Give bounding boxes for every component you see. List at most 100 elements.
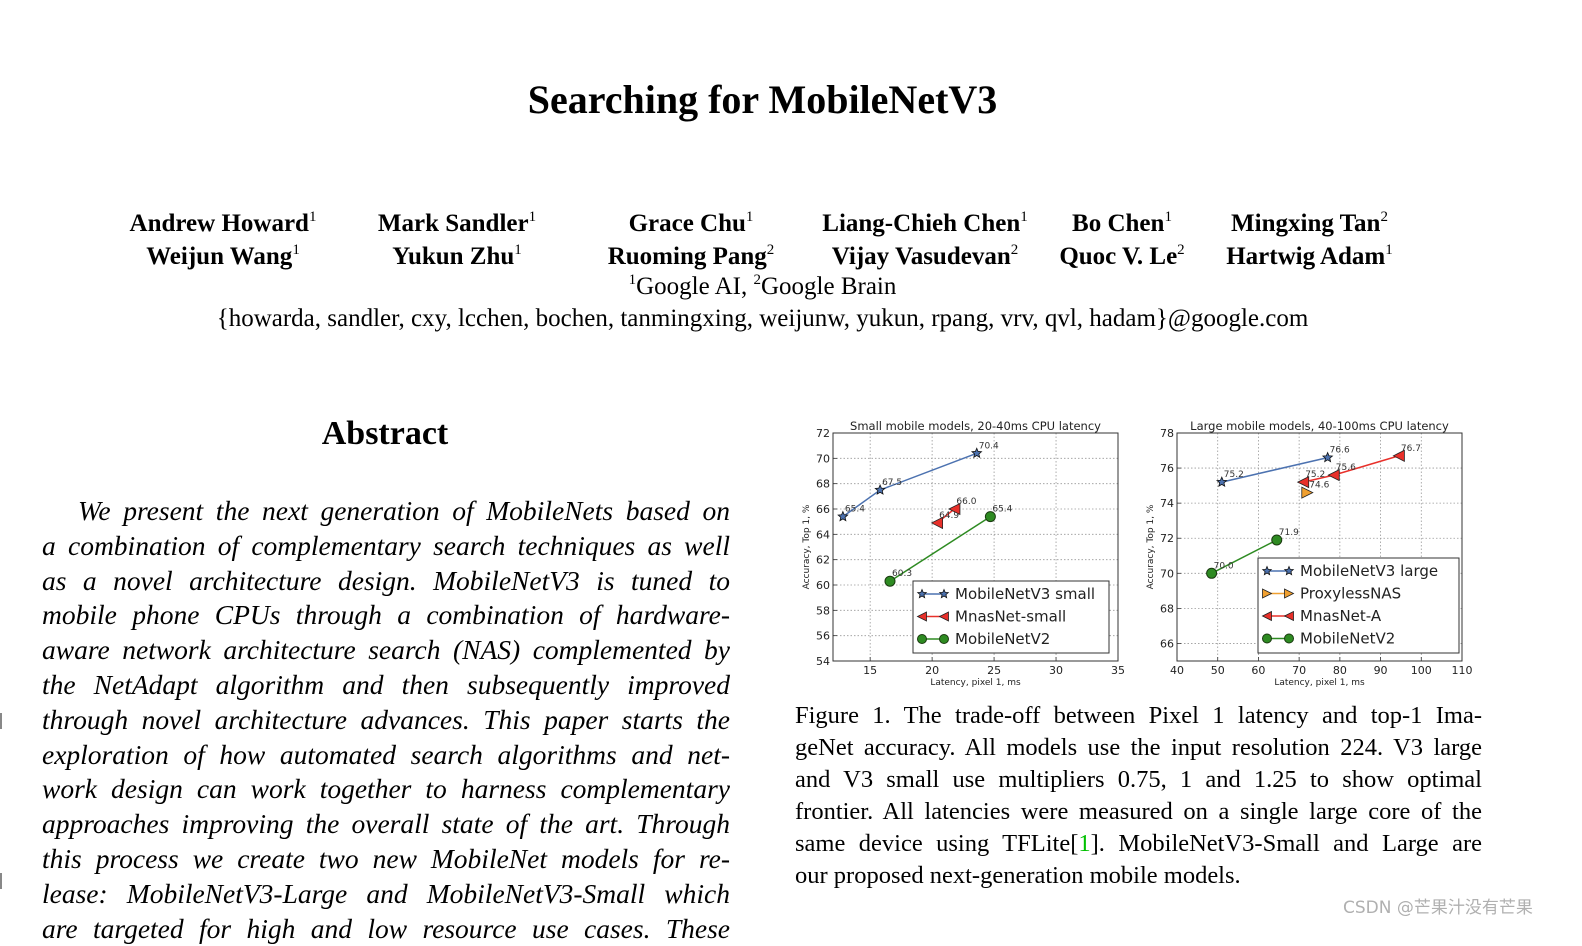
abstract-body: We present the next generation of Mobile… [42,494,730,946]
caption-line: frontier. All latencies were measured on… [795,798,1482,825]
data-label: 60.3 [892,569,912,579]
x-tick-label: 30 [1049,664,1063,677]
data-label: 76.6 [1330,446,1350,456]
affiliations: 1Google AI, 2Google Brain [0,273,1525,301]
author-emails: {howarda, sandler, cxy, lcchen, bochen, … [216,305,1309,332]
affiliation-google-brain: Google Brain [760,273,897,300]
legend-label: MobileNetV2 [955,630,1050,648]
abstract-line: We present the next generation of Mobile… [78,495,730,526]
caption-text: same device using TFLite[ [795,830,1079,857]
data-label: 74.6 [1309,481,1329,491]
x-tick-label: 35 [1111,664,1125,677]
caption-line: geNet accuracy. All models use the input… [795,734,1482,761]
author: Vijay Vasudevan2 [808,240,1042,273]
author-row-2: Weijun Wang1 Yukun Zhu1 Ruoming Pang2 Vi… [0,240,1582,273]
abstract-line: work design can work together to harness… [42,773,730,805]
data-label: 75.2 [1224,470,1244,480]
author-name: Quoc V. Le [1059,243,1178,270]
author: Yukun Zhu1 [340,240,574,273]
abstract-line: mobile phone CPUs through a combination … [42,599,730,631]
author: Mingxing Tan2 [1202,207,1417,240]
data-label: 67.5 [882,478,902,488]
y-tick-label: 72 [816,427,830,440]
affiliation-sup: 1 [628,272,637,288]
data-label: 75.6 [1336,463,1356,473]
y-tick-label: 68 [1160,602,1174,615]
y-tick-label: 78 [1160,427,1174,440]
author: Hartwig Adam1 [1202,240,1417,273]
author: Mark Sandler1 [340,207,574,240]
chart-legend: MobileNetV3 large ProxylessNAS MnasNet-A Mo… [1257,557,1460,654]
y-tick-label: 76 [1160,462,1174,475]
y-tick-label: 54 [816,655,830,668]
author-name: Liang-Chieh Chen [822,210,1021,237]
author-name: Vijay Vasudevan [831,243,1011,270]
author-name: Grace Chu [628,210,746,237]
y-tick-label: 68 [816,478,830,491]
x-tick-label: 90 [1374,664,1388,677]
author: Ruoming Pang2 [574,240,808,273]
figure-1: 15 20 25 30 35 54 56 58 60 62 64 66 68 70 72 Small mobi… [795,415,1485,690]
data-label: 70.4 [979,441,999,451]
author: Andrew Howard1 [106,207,340,240]
y-axis-label: Accuracy, Top 1, % [1146,504,1156,589]
data-label: 71.9 [1279,528,1299,538]
x-tick-label: 70 [1292,664,1306,677]
y-tick-label: 70 [1160,567,1174,580]
legend-marker [1284,633,1294,644]
chart-small-models: 15 20 25 30 35 54 56 58 60 62 64 66 68 70 72 Small mobi… [802,419,1125,688]
affiliation-sup: 1 [1164,209,1172,225]
author-row-1: Andrew Howard1 Mark Sandler1 Grace Chu1 … [0,207,1582,240]
margin-mark [0,873,2,889]
data-label: 65.4 [845,505,865,515]
y-tick-label: 66 [816,503,830,516]
affiliation-sup: 1 [1385,242,1393,258]
affiliation-sup: 1 [292,242,300,258]
margin-mark [0,713,2,729]
x-tick-label: 100 [1411,664,1432,677]
x-tick-label: 25 [987,664,1001,677]
y-tick-label: 56 [816,630,830,643]
y-tick-label: 74 [1160,497,1174,510]
legend-label: MnasNet-small [955,608,1066,626]
affiliation-sup: 1 [1020,209,1028,225]
legend-label: ProxylessNAS [1300,585,1401,603]
legend-marker [939,634,949,644]
author: Quoc V. Le2 [1042,240,1202,273]
x-tick-label: 40 [1170,664,1184,677]
paper-title: Searching for MobileNetV3 [527,77,998,122]
abstract-line: through novel architecture advances. Thi… [42,703,730,735]
y-tick-label: 72 [1160,532,1174,545]
abstract-line: as a novel architecture design. MobileNe… [42,564,730,596]
data-label: 76.7 [1401,444,1421,454]
legend-label: MobileNetV2 [1300,630,1395,648]
series-mnasnet-small: 64.966.0 [930,497,977,530]
y-tick-label: 62 [816,554,830,567]
legend-marker [917,634,927,644]
abstract-line: exploration of how automated search algo… [42,738,730,770]
caption-line: Figure 1. The trade-off between Pixel 1 … [795,702,1482,729]
affiliation-sup: 1 [528,209,537,225]
y-tick-label: 70 [816,452,830,465]
y-tick-label: 66 [1160,637,1174,650]
affiliation-sup: 1 [745,209,754,225]
legend-label: MobileNetV3 large [1300,562,1438,580]
citation-link[interactable]: 1 [1078,830,1090,857]
abstract-line: aware network architecture search (NAS) … [42,634,730,666]
y-tick-label: 58 [816,604,830,617]
x-tick-label: 15 [863,664,877,677]
x-tick-label: 80 [1333,664,1347,677]
author: Bo Chen1 [1042,207,1202,240]
caption-line: and V3 small use multipliers 0.75, 1 and… [795,766,1482,793]
affiliation-sup: 1 [308,209,317,225]
watermark: CSDN @芒果汁没有芒果 [1343,898,1533,918]
author: Weijun Wang1 [106,240,340,273]
x-axis-label: Latency, pixel 1, ms [1274,678,1365,688]
data-label: 70.0 [1214,561,1234,571]
author-name: Bo Chen [1072,210,1165,237]
chart-title: Large mobile models, 40-100ms CPU latenc… [1190,419,1449,433]
chart-title: Small mobile models, 20-40ms CPU latency [850,419,1101,433]
legend-label: MnasNet-A [1300,607,1382,625]
abstract-line: are targeted for high and low resource u… [42,912,730,944]
author-list: Andrew Howard1 Mark Sandler1 Grace Chu1 … [0,207,1582,273]
